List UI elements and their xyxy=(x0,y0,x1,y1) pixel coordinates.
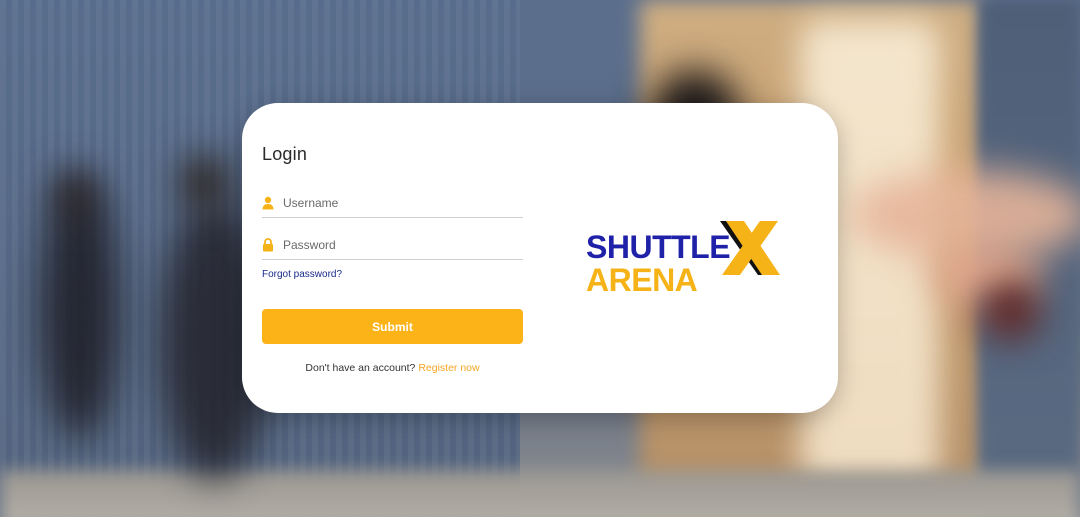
login-form: Login Forgot password? Submit Don' xyxy=(262,103,524,413)
lock-icon xyxy=(262,238,274,252)
page-title: Login xyxy=(262,144,308,164)
login-card: Login Forgot password? Submit Don' xyxy=(242,103,838,413)
forgot-password-link[interactable]: Forgot password? xyxy=(262,269,342,280)
username-input[interactable] xyxy=(283,193,519,213)
brand-logo: SHUTTLE ARENA xyxy=(586,219,782,298)
submit-button[interactable]: Submit xyxy=(262,309,523,344)
user-icon xyxy=(262,196,274,210)
brand-line2: ARENA xyxy=(586,262,698,298)
register-prompt: Don't have an account? Register now xyxy=(262,362,523,374)
password-field-wrapper xyxy=(262,232,523,260)
brand-line1: SHUTTLE xyxy=(586,229,731,265)
background-person-head xyxy=(180,155,230,210)
register-link[interactable]: Register now xyxy=(418,362,479,374)
no-account-text: Don't have an account? xyxy=(305,362,416,374)
background-racket-grip xyxy=(980,280,1040,340)
username-field-wrapper xyxy=(262,190,523,218)
password-input[interactable] xyxy=(283,235,519,255)
background-person-head xyxy=(55,170,95,220)
background-floor xyxy=(0,470,1080,517)
